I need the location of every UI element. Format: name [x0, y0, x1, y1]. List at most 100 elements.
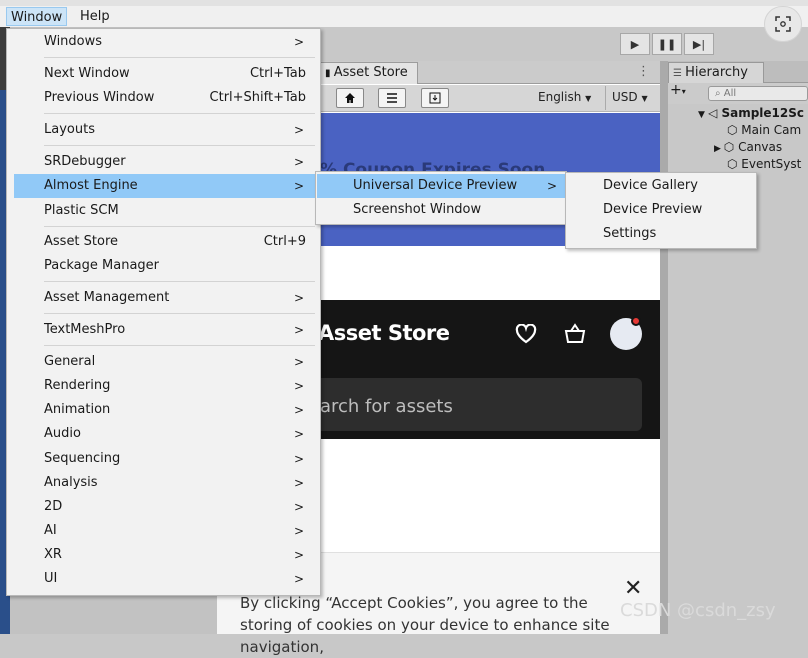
currency-select[interactable]: USD ▼ — [612, 90, 648, 104]
menu-item-textmeshpro[interactable]: TextMeshPro > — [14, 318, 315, 342]
chevron-right-icon: > — [293, 35, 304, 49]
hierarchy-item[interactable]: ▶ ⬡ Canvas — [714, 140, 782, 154]
menu-window[interactable]: Window — [6, 7, 68, 26]
menu-item-sequencing[interactable]: Sequencing > — [14, 447, 315, 471]
menu-item-label: 2D — [44, 499, 63, 514]
menu-item-ui[interactable]: UI > — [14, 567, 315, 591]
menu-item-rendering[interactable]: Rendering > — [14, 374, 315, 398]
language-select[interactable]: English ▼ — [538, 90, 591, 104]
download-button[interactable] — [421, 88, 449, 108]
panel-splitter[interactable] — [660, 61, 668, 634]
menu-item-label: Settings — [603, 226, 657, 241]
chevron-right-icon: > — [293, 379, 304, 393]
hierarchy-item-label: EventSyst — [741, 157, 802, 171]
menu-separator — [44, 226, 315, 227]
menu-item-windows[interactable]: Windows > — [14, 30, 315, 54]
menu-item-2d[interactable]: 2D > — [14, 495, 315, 519]
chevron-right-icon: > — [293, 179, 304, 193]
window-menu: Windows > Next Window Ctrl+Tab Previous Wi… — [6, 28, 321, 596]
title-strip — [0, 0, 808, 6]
gameobject-icon: ⬡ — [727, 123, 742, 137]
menu-item-previous-window[interactable]: Previous Window Ctrl+Shift+Tab — [14, 86, 315, 110]
menu-item-animation[interactable]: Animation > — [14, 398, 315, 422]
currency-value: USD — [612, 90, 638, 104]
menu-item-label: Previous Window — [44, 90, 155, 105]
menu-separator — [44, 281, 315, 282]
cookie-text: By clicking “Accept Cookies”, you agree … — [240, 594, 610, 656]
search-icon: ⌕ — [715, 88, 724, 99]
menu-item-next-window[interactable]: Next Window Ctrl+Tab — [14, 62, 315, 86]
menu-item-ai[interactable]: AI > — [14, 519, 315, 543]
scene-icon: ◁ — [708, 106, 722, 120]
step-button[interactable]: ▶| — [684, 33, 714, 55]
menu-item-label: Animation — [44, 402, 111, 417]
tab-hierarchy[interactable]: ☰ Hierarchy — [668, 62, 764, 83]
scene-row[interactable]: ▼ ◁ Sample12Sc — [698, 106, 804, 120]
menu-item-layouts[interactable]: Layouts > — [14, 118, 315, 142]
menu-item-package-manager[interactable]: Package Manager — [14, 254, 315, 278]
chevron-right-icon: > — [293, 524, 304, 538]
menu-item-shortcut: Ctrl+Tab — [249, 66, 306, 81]
more-options-icon[interactable]: ⋮ — [637, 64, 650, 79]
menu-item-label: UI — [44, 571, 58, 586]
menu-item-label: Analysis — [44, 475, 98, 490]
menu-separator — [44, 145, 315, 146]
screenshot-button[interactable] — [764, 6, 802, 42]
menu-item-label: Package Manager — [44, 258, 160, 273]
gameobject-icon: ⬡ — [727, 157, 742, 171]
menu-item-label: AI — [44, 523, 57, 538]
menu-item-plastic-scm[interactable]: Plastic SCM — [14, 199, 315, 223]
menu-item-label: Device Preview — [603, 202, 703, 217]
menu-item-asset-store[interactable]: Asset Store Ctrl+9 — [14, 230, 315, 254]
menu-item-general[interactable]: General > — [14, 350, 315, 374]
asset-store-tab-icon: ▮ — [325, 68, 334, 79]
chevron-right-icon: > — [293, 476, 304, 490]
chevron-right-icon: > — [293, 500, 304, 514]
menu-item-xr[interactable]: XR > — [14, 543, 315, 567]
hierarchy-item[interactable]: ⬡ EventSyst — [727, 157, 801, 171]
menu-item-shortcut: Ctrl+Shift+Tab — [209, 90, 306, 105]
editor-toolbar — [320, 27, 808, 61]
chevron-right-icon: > — [293, 323, 304, 337]
tab-asset-store[interactable]: ▮ Asset Store — [320, 62, 418, 84]
menu-item-audio[interactable]: Audio > — [14, 422, 315, 446]
nav-divider — [605, 86, 606, 110]
hamburger-icon — [387, 93, 397, 103]
menu-item-universal-device-preview[interactable]: Universal Device Preview > — [317, 174, 565, 198]
home-button[interactable] — [336, 88, 364, 108]
add-object-button[interactable]: +▾ — [670, 82, 686, 98]
hierarchy-item[interactable]: ⬡ Main Cam — [727, 123, 801, 137]
chevron-right-icon: > — [293, 355, 304, 369]
chevron-right-icon: > — [293, 452, 304, 466]
notification-dot — [631, 316, 641, 326]
menu-item-device-gallery[interactable]: Device Gallery — [567, 174, 755, 198]
menu-item-label: Almost Engine — [44, 178, 138, 193]
menu-item-settings[interactable]: Settings — [567, 222, 755, 246]
screenshot-icon — [775, 16, 791, 32]
cart-icon[interactable] — [563, 322, 587, 348]
play-button[interactable]: ▶ — [620, 33, 650, 55]
menu-item-asset-management[interactable]: Asset Management > — [14, 286, 315, 310]
menu-button[interactable] — [378, 88, 406, 108]
heart-icon[interactable] — [515, 323, 537, 348]
expand-arrow-icon: ▶ — [714, 144, 724, 154]
menu-item-device-preview[interactable]: Device Preview — [567, 198, 755, 222]
list-icon: ☰ — [673, 68, 686, 79]
chevron-right-icon: > — [293, 291, 304, 305]
menu-help[interactable]: Help — [76, 7, 114, 26]
chevron-right-icon: > — [293, 548, 304, 562]
menu-item-label: SRDebugger — [44, 154, 126, 169]
store-title[interactable]: Asset Store — [318, 321, 450, 345]
hierarchy-search-input[interactable]: ⌕ All — [708, 86, 808, 101]
menu-item-almost-engine[interactable]: Almost Engine > — [14, 174, 315, 198]
menu-item-label: Audio — [44, 426, 81, 441]
menu-item-analysis[interactable]: Analysis > — [14, 471, 315, 495]
menu-item-screenshot-window[interactable]: Screenshot Window — [317, 198, 565, 222]
menu-item-label: XR — [44, 547, 62, 562]
menu-item-label: Rendering — [44, 378, 111, 393]
hierarchy-search-placeholder: All — [723, 88, 737, 99]
hierarchy-item-label: Canvas — [738, 140, 783, 154]
hierarchy-tab-label: Hierarchy — [685, 65, 748, 80]
pause-button[interactable]: ❚❚ — [652, 33, 682, 55]
menu-item-srdebugger[interactable]: SRDebugger > — [14, 150, 315, 174]
